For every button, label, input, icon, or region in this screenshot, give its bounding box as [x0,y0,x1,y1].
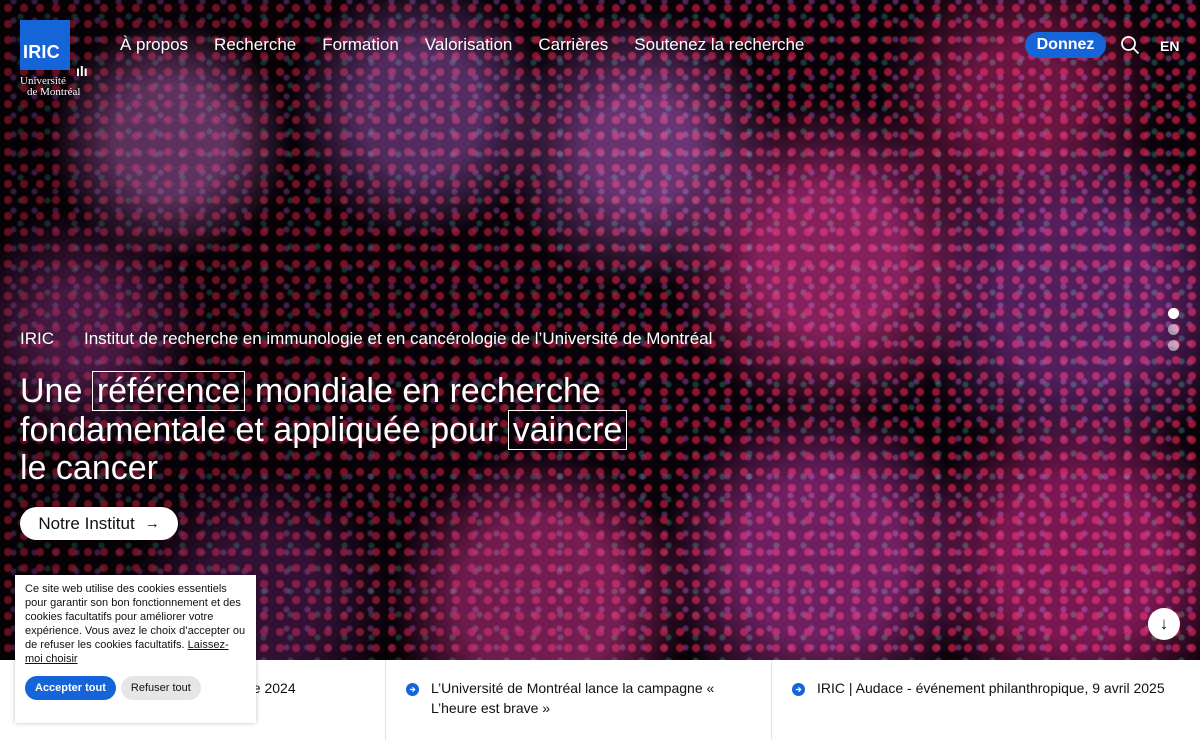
nav-item-recherche[interactable]: Recherche [214,35,296,55]
scroll-down-button[interactable]: ↓ [1148,608,1180,640]
headline-highlight-reference: référence [91,371,246,411]
headline-highlight-vaincre: vaincre [507,409,628,450]
search-icon[interactable] [1120,35,1140,55]
udem-logo-icon: ılı [76,63,88,79]
cookie-buttons: Accepter tout Refuser tout [25,676,246,700]
nav-item-carrieres[interactable]: Carrières [538,35,608,55]
news-item[interactable]: IRIC | Audace - événement philanthropiqu… [772,660,1200,740]
donate-button[interactable]: Donnez [1025,32,1106,58]
accept-all-button[interactable]: Accepter tout [25,676,116,700]
cookie-text: Ce site web utilise des cookies essentie… [25,583,246,665]
arrow-down-icon: ↓ [1159,614,1169,633]
nav-item-valorisation[interactable]: Valorisation [425,35,513,55]
hero-kicker: IRIC Institut de recherche en immunologi… [20,329,712,349]
cookie-banner: Ce site web utilise des cookies essentie… [15,575,256,723]
arrow-right-icon: → [144,515,160,532]
language-switch[interactable]: EN [1160,38,1179,54]
iric-logo-mark: IRIC [20,20,70,70]
main-nav: À propos Recherche Formation Valorisatio… [120,35,804,55]
slide-dot-1[interactable] [1168,308,1179,319]
kicker-full-name: Institut de recherche en immunologie et … [84,329,713,348]
udem-logo: Université de Montréal ılı [20,63,88,98]
slide-dot-2[interactable] [1168,324,1179,335]
nav-item-soutenez[interactable]: Soutenez la recherche [634,35,804,55]
slide-dot-3[interactable] [1168,340,1179,351]
refuse-all-button[interactable]: Refuser tout [120,676,201,700]
kicker-acronym: IRIC [20,329,54,348]
nav-item-formation[interactable]: Formation [322,35,399,55]
hero-headline: Une référence mondiale en recherche fond… [20,371,660,488]
arrow-circle-icon [792,683,805,696]
arrow-circle-icon [406,683,419,696]
news-item[interactable]: L’Université de Montréal lance la campag… [386,660,772,740]
nav-item-a-propos[interactable]: À propos [120,35,188,55]
notre-institut-button[interactable]: Notre Institut → [20,507,178,540]
iric-logo[interactable]: IRIC Université de Montréal ılı [20,20,96,98]
slider-pagination [1168,308,1179,351]
